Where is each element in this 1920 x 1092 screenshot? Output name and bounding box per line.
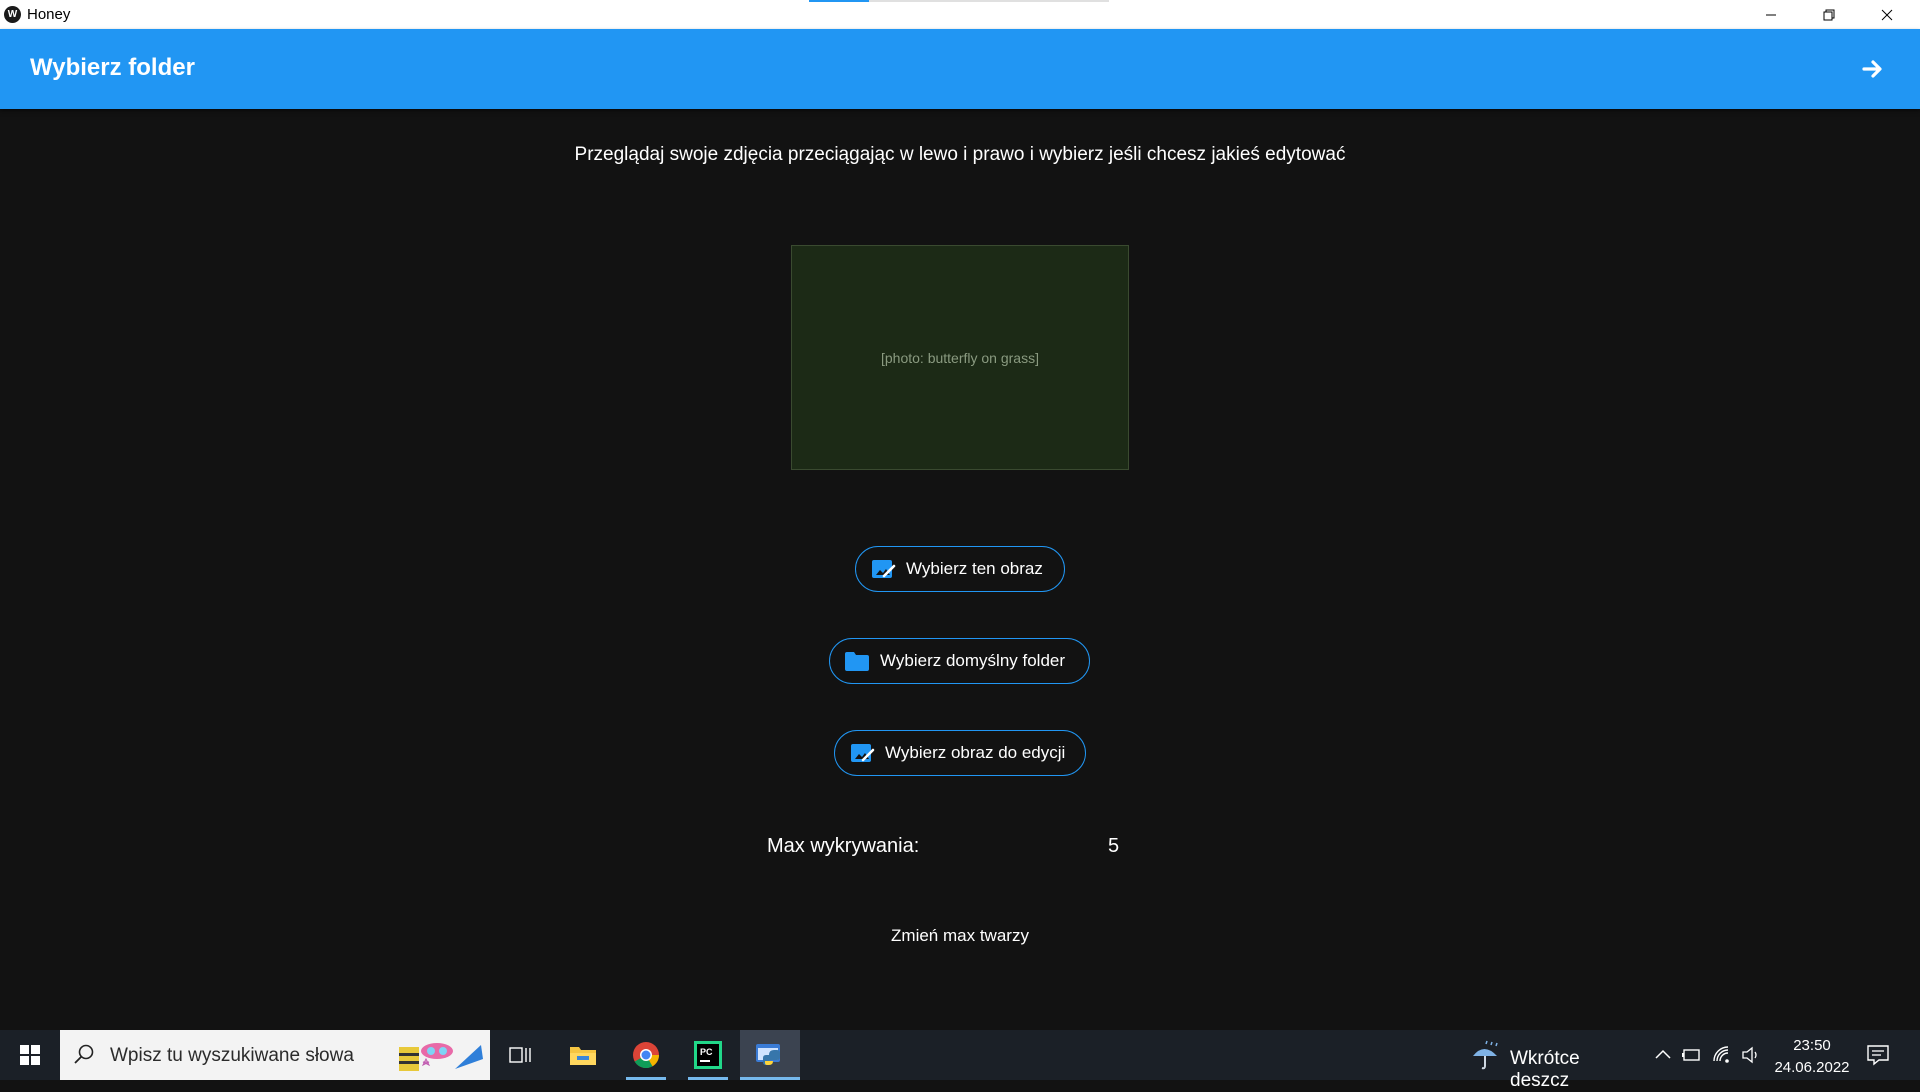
pycharm-button[interactable]: PC: [678, 1030, 738, 1080]
select-default-folder-label: Wybierz domyślny folder: [880, 651, 1066, 670]
file-explorer-icon: [570, 1047, 596, 1065]
select-image-to-edit-label: Wybierz obraz do edycji: [885, 743, 1066, 762]
max-detection-label: Max wykrywania:: [767, 835, 920, 857]
change-max-faces-button[interactable]: Zmień max twarzy: [0, 926, 1920, 946]
page-title: Wybierz folder: [30, 54, 195, 81]
task-view-button[interactable]: [490, 1030, 550, 1080]
pycharm-icon: PC: [694, 1041, 722, 1069]
taskbar: Wpisz tu wyszukiwane słowa PC Wkrótce de…: [0, 1030, 1920, 1091]
clock-time: 23:50: [1793, 1037, 1831, 1054]
system-clock[interactable]: 23:50 24.06.2022: [1770, 1035, 1854, 1079]
weather-text: Wkrótce deszcz: [1510, 1048, 1580, 1091]
max-detection-value: 5: [1108, 835, 1120, 857]
search-icon: [74, 1044, 94, 1064]
app-icon: W: [4, 6, 21, 23]
wifi-icon[interactable]: [1712, 1045, 1732, 1065]
window-titlebar: W Honey: [0, 0, 1920, 29]
select-image-to-edit-button[interactable]: Wybierz obraz do edycji: [834, 730, 1086, 776]
app-bar: Wybierz folder: [0, 29, 1920, 109]
tab-indicator-active: [809, 0, 869, 2]
edit-image-icon: [849, 740, 875, 766]
close-icon: [1881, 9, 1893, 20]
window-title: Honey: [27, 6, 71, 23]
photo-carousel[interactable]: [photo: butterfly on grass]: [791, 245, 1129, 470]
chevron-up-icon[interactable]: [1653, 1045, 1673, 1065]
battery-icon[interactable]: [1682, 1045, 1702, 1065]
chrome-icon: [633, 1042, 660, 1069]
search-placeholder: Wpisz tu wyszukiwane słowa: [110, 1045, 354, 1066]
volume-icon[interactable]: [1741, 1045, 1761, 1065]
file-explorer-button[interactable]: [553, 1030, 613, 1080]
arrow-right-icon: [1862, 60, 1882, 78]
windows-icon: [20, 1045, 40, 1065]
minimize-icon: [1766, 14, 1776, 15]
python-app-button[interactable]: [740, 1030, 800, 1080]
next-button[interactable]: [1856, 54, 1890, 84]
select-this-image-label: Wybierz ten obraz: [906, 559, 1043, 578]
weather-widget[interactable]: Wkrótce deszcz: [1468, 1040, 1643, 1091]
edit-image-icon: [870, 556, 896, 582]
instructions-text: Przeglądaj swoje zdjęcia przeciągając w …: [574, 144, 1346, 165]
folder-icon: [844, 648, 870, 674]
close-button[interactable]: [1858, 0, 1916, 29]
python-app-icon: [756, 1044, 780, 1065]
taskbar-search[interactable]: Wpisz tu wyszukiwane słowa: [60, 1030, 490, 1080]
umbrella-rain-icon: [1473, 1040, 1498, 1070]
search-highlight-icon: [399, 1043, 483, 1071]
notification-icon[interactable]: [1866, 1043, 1890, 1067]
tab-indicator: [869, 0, 1109, 2]
restore-button[interactable]: [1800, 0, 1858, 29]
chrome-button[interactable]: [616, 1030, 676, 1080]
select-default-folder-button[interactable]: Wybierz domyślny folder: [829, 638, 1090, 684]
clock-date: 24.06.2022: [1774, 1059, 1850, 1076]
svg-text:PC: PC: [700, 1047, 713, 1057]
photo-placeholder: [photo: butterfly on grass]: [881, 349, 1039, 366]
task-view-icon: [509, 1047, 531, 1063]
minimize-button[interactable]: [1742, 0, 1800, 29]
start-button[interactable]: [0, 1030, 60, 1080]
restore-icon: [1823, 9, 1835, 20]
select-this-image-button[interactable]: Wybierz ten obraz: [855, 546, 1065, 592]
